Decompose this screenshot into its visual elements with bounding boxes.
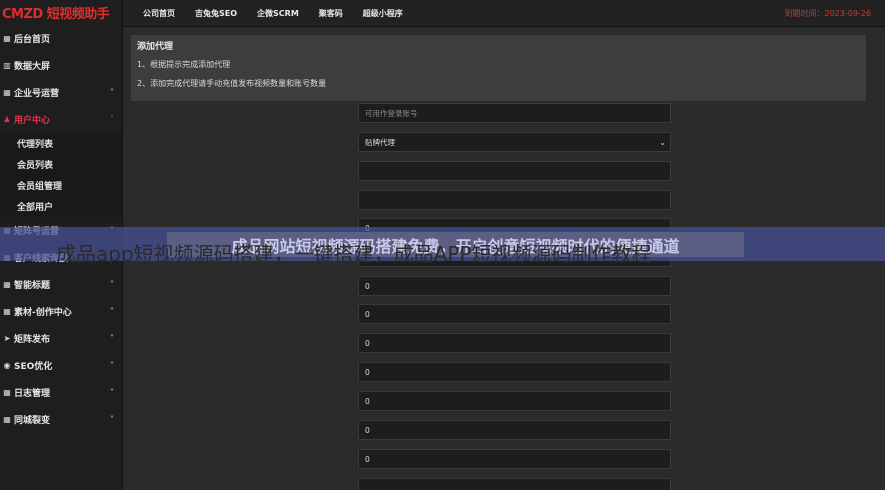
sidebar-submenu: 代理列表 会员列表 会员组管理 全部用户	[0, 133, 122, 217]
chevron-down-icon: ˅	[110, 88, 114, 97]
info-panel: 添加代理 1、根据提示完成添加代理 2、添加完成代理请手动充值发布视频数量和账号…	[131, 35, 866, 101]
sidebar-subitem-2[interactable]: 会员组管理	[0, 175, 122, 196]
sidebar-item-after-7[interactable]: ▦ 同城裂变 ˅	[0, 406, 122, 433]
sidebar-item-label: 企业号运营	[14, 89, 60, 99]
form-row: 代理贴牌域名*	[123, 190, 885, 210]
chevron-down-icon: ˅	[110, 307, 114, 316]
sidebar-subitem-3[interactable]: 全部用户	[0, 196, 122, 217]
top-link-1[interactable]: 公司首页	[143, 8, 175, 19]
page-title: 添加代理	[137, 42, 174, 52]
form-row: 运维扣除*0	[123, 449, 885, 469]
form-row: 登录密码*	[123, 478, 885, 490]
sidebar-item-label: 用户中心	[14, 116, 51, 126]
grid-icon: ▦	[3, 280, 11, 289]
sidebar-item-3[interactable]: ♟ 用户中心 ˄	[0, 106, 122, 133]
sidebar-item-0[interactable]: ▦ 后台首页	[0, 25, 122, 52]
user-icon: ♟	[3, 115, 11, 124]
seo-icon: ◉	[3, 361, 11, 370]
input-field[interactable]: 0	[358, 304, 671, 324]
info-line-2: 2、添加完成代理请手动充值发布视频数量和账号数量	[137, 79, 327, 88]
sidebar-item-after-5[interactable]: ◉ SEO优化 ˅	[0, 352, 122, 379]
sidebar-item-label: 日志管理	[14, 389, 51, 399]
form-row: 混剪扣除*0	[123, 420, 885, 440]
grid-icon: ▦	[3, 88, 11, 97]
info-line-1: 1、根据提示完成添加代理	[137, 60, 231, 69]
sidebar-item-1[interactable]: ▥ 数据大屏	[0, 52, 122, 79]
top-navbar: 公司首页 吉兔兔SEO 企微SCRM 聚客码 超级小程序 到期时间：2023-09-26	[123, 0, 885, 27]
grid-icon: ▦	[3, 307, 11, 316]
input-field[interactable]: 0	[358, 449, 671, 469]
sidebar-item-label: 数据大屏	[14, 62, 51, 72]
input-field[interactable]: 可用作登录账号	[358, 103, 671, 123]
input-field[interactable]	[358, 478, 671, 490]
input-field[interactable]: 0	[358, 391, 671, 411]
chevron-down-icon: ˅	[110, 280, 114, 289]
sidebar-item-label: 智能标题	[14, 281, 51, 291]
input-field[interactable]	[358, 190, 671, 210]
input-field[interactable]: 0	[358, 362, 671, 382]
grid-icon: ▦	[3, 34, 11, 43]
send-icon: ➤	[3, 334, 11, 343]
form-row: 账号数量*0	[123, 276, 885, 296]
sidebar-item-label: 后台首页	[14, 35, 51, 45]
grid-icon: ▦	[3, 415, 11, 424]
form-row: 排名扣除*0	[123, 391, 885, 411]
top-link-5[interactable]: 超级小程序	[363, 8, 403, 19]
top-link-2[interactable]: 吉兔兔SEO	[195, 8, 237, 19]
input-field[interactable]	[358, 161, 671, 181]
chevron-down-icon: ˅	[110, 334, 114, 343]
form-row: 可开会员数*0	[123, 333, 885, 353]
chevron-down-icon: ˅	[110, 415, 114, 424]
sidebar-item-after-4[interactable]: ➤ 矩阵发布 ˅	[0, 325, 122, 352]
input-field[interactable]: 0	[358, 333, 671, 353]
form-row: 视频扣除*0	[123, 362, 885, 382]
input-field[interactable]: 0	[358, 276, 671, 296]
form-row: 视频数量*0	[123, 304, 885, 324]
top-link-4[interactable]: 聚客码	[319, 8, 343, 19]
sidebar-item-after-3[interactable]: ▦ 素材-创作中心 ˅	[0, 298, 122, 325]
grid-icon: ▦	[3, 388, 11, 397]
sidebar-item-label: 矩阵发布	[14, 335, 51, 345]
chart-icon: ▥	[3, 61, 11, 70]
chevron-up-icon: ˄	[110, 115, 114, 124]
top-link-3[interactable]: 企微SCRM	[257, 8, 299, 19]
form-row: 代理等级:*贴牌代理⌄	[123, 132, 885, 152]
logo-text: CMZD 短视频助手	[2, 7, 110, 22]
sidebar-subitem-1[interactable]: 会员列表	[0, 154, 122, 175]
app-window: CMZD 短视频助手 ▦ 后台首页 ▥ 数据大屏 ▦ 企业号运营 ˅ ♟ 用户中心 ˄ 代理列表 会员…	[0, 0, 885, 490]
sidebar-item-after-6[interactable]: ▦ 日志管理 ˅	[0, 379, 122, 406]
logo[interactable]: CMZD 短视频助手	[0, 0, 122, 25]
sidebar-item-2[interactable]: ▦ 企业号运营 ˅	[0, 79, 122, 106]
sidebar-subitem-0[interactable]: 代理列表	[0, 133, 122, 154]
sidebar-item-label: 素材-创作中心	[14, 308, 72, 318]
expiry-date: 到期时间：2023-09-26	[784, 9, 872, 18]
chevron-down-icon: ˅	[110, 388, 114, 397]
chevron-down-icon: ˅	[110, 361, 114, 370]
level-select[interactable]: 贴牌代理 ⌄	[358, 132, 671, 152]
form-row: 代理名称账号*可用作登录账号	[123, 103, 885, 123]
sidebar-item-after-2[interactable]: ▦ 智能标题 ˅	[0, 271, 122, 298]
input-field[interactable]: 0	[358, 420, 671, 440]
form-row: 代理贴牌名*	[123, 161, 885, 181]
top-nav-links: 公司首页 吉兔兔SEO 企微SCRM 聚客码 超级小程序	[123, 8, 403, 19]
overlay-caption: 成品app短视频源码搭建，一键搭建，成品APP短视频源码制作教程	[56, 242, 652, 266]
chevron-down-icon: ⌄	[659, 137, 666, 147]
sidebar-item-label: 同城裂变	[14, 416, 51, 426]
sidebar-item-label: SEO优化	[14, 362, 53, 372]
